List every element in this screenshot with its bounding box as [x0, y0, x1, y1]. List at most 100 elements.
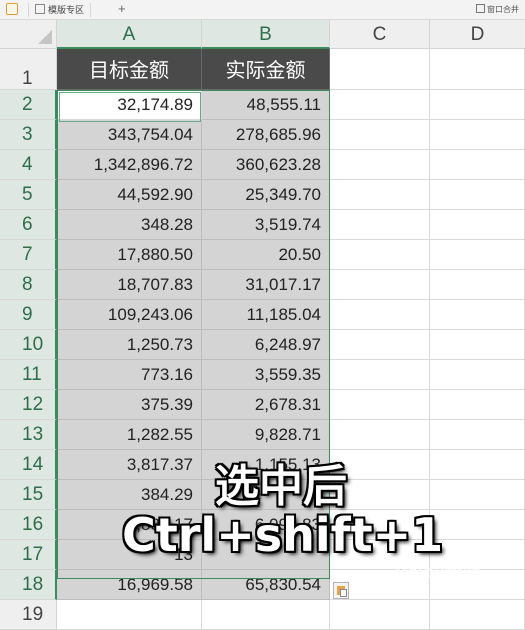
data-cell[interactable]: 278,685.96 — [202, 120, 330, 150]
cell[interactable] — [430, 210, 525, 240]
data-cell[interactable]: 1,342,896.72 — [57, 150, 202, 180]
data-cell[interactable]: 16,969.58 — [57, 570, 202, 600]
cell[interactable] — [330, 600, 430, 630]
row-header[interactable]: 4 — [0, 150, 57, 180]
cell[interactable] — [430, 330, 525, 360]
cell[interactable] — [430, 120, 525, 150]
cell[interactable] — [430, 300, 525, 330]
data-cell[interactable]: 25,349.70 — [202, 180, 330, 210]
caption-line-2: Ctrl+shift+1 — [122, 508, 444, 562]
cell[interactable] — [430, 510, 525, 540]
cell[interactable] — [330, 120, 430, 150]
app-tab-icon[interactable] — [6, 3, 18, 15]
paste-options-icon[interactable] — [333, 582, 349, 599]
cell[interactable] — [330, 210, 430, 240]
row-header[interactable]: 11 — [0, 360, 57, 390]
home-icon — [35, 4, 45, 14]
watermark: Baidu经验 — [395, 558, 523, 598]
cell[interactable] — [330, 420, 430, 450]
data-cell[interactable]: 360,623.28 — [202, 150, 330, 180]
column-header-b[interactable]: B — [202, 20, 330, 49]
header-cell[interactable]: 目标金额 — [57, 49, 202, 90]
row-header[interactable]: 18 — [0, 570, 57, 600]
cell[interactable] — [430, 390, 525, 420]
window-icon — [476, 4, 485, 13]
cell[interactable] — [330, 330, 430, 360]
data-cell[interactable]: 343,754.04 — [57, 120, 202, 150]
row-header[interactable]: 8 — [0, 270, 57, 300]
row-header[interactable]: 9 — [0, 300, 57, 330]
row-header[interactable]: 17 — [0, 540, 57, 570]
row-header[interactable]: 1 — [0, 49, 57, 90]
cell[interactable] — [57, 600, 202, 630]
cell[interactable] — [330, 270, 430, 300]
data-cell[interactable]: 375.39 — [57, 390, 202, 420]
corner-triangle-icon — [38, 30, 52, 44]
row-header[interactable]: 19 — [0, 600, 57, 630]
data-cell[interactable]: 1,282.55 — [57, 420, 202, 450]
cell[interactable] — [430, 600, 525, 630]
data-cell[interactable]: 32,174.89 — [57, 90, 202, 120]
cell[interactable] — [430, 240, 525, 270]
data-cell[interactable]: 384.29 — [57, 480, 202, 510]
data-cell[interactable]: 6,248.97 — [202, 330, 330, 360]
column-header-c[interactable]: C — [330, 20, 430, 49]
cell[interactable] — [330, 90, 430, 120]
cell[interactable] — [330, 150, 430, 180]
cell[interactable] — [430, 180, 525, 210]
cell[interactable] — [430, 90, 525, 120]
cell[interactable] — [330, 360, 430, 390]
cell[interactable] — [202, 600, 330, 630]
data-cell[interactable]: 18,707.83 — [57, 270, 202, 300]
cell[interactable] — [430, 150, 525, 180]
data-cell[interactable]: 31,017.17 — [202, 270, 330, 300]
data-cell[interactable]: 20.50 — [202, 240, 330, 270]
tab-template-zone[interactable]: 模版专区 — [28, 3, 92, 17]
column-header-a[interactable]: A — [57, 20, 202, 49]
cell[interactable] — [430, 360, 525, 390]
data-cell[interactable]: 773.16 — [57, 360, 202, 390]
header-cell[interactable]: 实际金额 — [202, 49, 330, 90]
data-cell[interactable]: 2,678.31 — [202, 390, 330, 420]
cell[interactable] — [330, 390, 430, 420]
row-header[interactable]: 10 — [0, 330, 57, 360]
row-header[interactable]: 14 — [0, 450, 57, 480]
row-header[interactable]: 5 — [0, 180, 57, 210]
data-cell[interactable]: 65,830.54 — [202, 570, 330, 600]
cell[interactable] — [430, 49, 525, 90]
data-cell[interactable]: 109,243.06 — [57, 300, 202, 330]
new-tab-button[interactable]: + — [118, 1, 126, 16]
row-header[interactable]: 3 — [0, 120, 57, 150]
cell[interactable] — [330, 180, 430, 210]
data-cell[interactable]: 3,817.37 — [57, 450, 202, 480]
data-cell[interactable]: 48,555.11 — [202, 90, 330, 120]
column-header-d[interactable]: D — [430, 20, 525, 49]
cell[interactable] — [430, 270, 525, 300]
merge-window-button[interactable]: 窗口合并 — [476, 4, 519, 15]
cell[interactable] — [330, 240, 430, 270]
watermark-text: Baidu经验 — [395, 562, 482, 582]
data-cell[interactable]: 17,880.50 — [57, 240, 202, 270]
data-cell[interactable]: 9,828.71 — [202, 420, 330, 450]
cell[interactable] — [330, 300, 430, 330]
cell[interactable] — [430, 420, 525, 450]
row-header[interactable]: 15 — [0, 480, 57, 510]
cell[interactable] — [330, 49, 430, 90]
cell[interactable] — [430, 450, 525, 480]
row-header[interactable]: 6 — [0, 210, 57, 240]
row-header[interactable]: 7 — [0, 240, 57, 270]
tab-label: 模版专区 — [48, 5, 85, 15]
data-cell[interactable]: 3,559.35 — [202, 360, 330, 390]
row-header[interactable]: 12 — [0, 390, 57, 420]
row-header[interactable]: 13 — [0, 420, 57, 450]
data-cell[interactable]: 348.28 — [57, 210, 202, 240]
data-cell[interactable]: 11,185.04 — [202, 300, 330, 330]
row-header[interactable]: 16 — [0, 510, 57, 540]
data-cell[interactable]: 3,519.74 — [202, 210, 330, 240]
data-cell[interactable]: 1,250.73 — [57, 330, 202, 360]
data-cell[interactable]: 44,592.90 — [57, 180, 202, 210]
row-header[interactable]: 2 — [0, 90, 57, 120]
merge-window-label: 窗口合并 — [487, 5, 519, 14]
cell[interactable] — [430, 480, 525, 510]
select-all-corner[interactable] — [0, 20, 57, 49]
